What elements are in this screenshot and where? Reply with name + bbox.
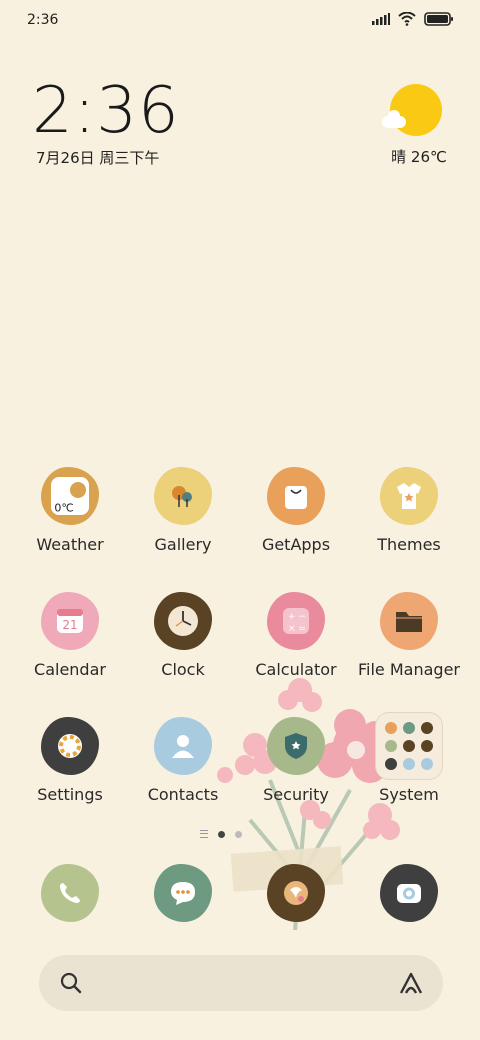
clock-widget-time[interactable]: 2:36 [32, 74, 180, 148]
svg-text:× =: × = [288, 624, 306, 634]
messaging-icon [154, 864, 212, 922]
page-dot-2[interactable] [235, 830, 242, 838]
app-folder-system[interactable]: System [353, 712, 465, 804]
app-getapps[interactable]: GetApps [240, 467, 352, 554]
page-indicator[interactable] [200, 830, 242, 838]
clock-widget-date[interactable]: 7月26日 周三下午 [36, 147, 159, 168]
signal-icon [372, 13, 390, 25]
weather-app-icon: 0℃ [41, 467, 99, 525]
contacts-icon [154, 717, 212, 775]
security-icon [267, 717, 325, 775]
status-time: 2:36 [27, 12, 59, 28]
calendar-icon-day: 21 [62, 618, 78, 632]
app-label-file-manager: File Manager [358, 660, 460, 679]
status-bar: 2:36 [0, 0, 480, 42]
app-security[interactable]: Security [240, 717, 352, 804]
app-label-contacts: Contacts [147, 785, 219, 804]
app-settings[interactable]: Settings [14, 717, 126, 804]
browser-icon [267, 864, 325, 922]
app-label-calculator: Calculator [255, 660, 337, 679]
app-label-settings: Settings [37, 785, 103, 804]
weather-widget-text: 晴 26℃ [391, 148, 447, 166]
battery-icon [424, 12, 453, 26]
cloud-icon [382, 110, 406, 128]
svg-text:+ −: + − [288, 612, 306, 622]
app-calendar[interactable]: 21 Calendar [14, 592, 126, 679]
app-label-system: System [379, 785, 439, 804]
settings-icon [41, 717, 99, 775]
weather-icon-temp: 0℃ [54, 501, 74, 515]
calendar-icon: 21 [41, 592, 99, 650]
camera-icon [380, 864, 438, 922]
app-label-security: Security [263, 785, 329, 804]
app-label-calendar: Calendar [34, 660, 106, 679]
phone-icon [41, 864, 99, 922]
search-icon[interactable] [59, 971, 83, 995]
calculator-icon: + − × = [267, 592, 325, 650]
app-contacts[interactable]: Contacts [127, 717, 239, 804]
search-bar[interactable] [39, 955, 443, 1011]
page-list-icon[interactable] [200, 830, 208, 838]
dock-app-camera[interactable] [353, 864, 465, 922]
getapps-icon [267, 467, 325, 525]
assistant-icon[interactable] [397, 969, 425, 997]
folder-icon [380, 592, 438, 650]
app-themes[interactable]: Themes [353, 467, 465, 554]
status-icons [372, 12, 454, 26]
app-label-clock: Clock [161, 660, 205, 679]
app-label-weather: Weather [36, 535, 104, 554]
sun-icon [390, 84, 442, 136]
gallery-icon [154, 467, 212, 525]
app-label-themes: Themes [377, 535, 441, 554]
app-clock[interactable]: Clock [127, 592, 239, 679]
system-folder-icon [375, 712, 443, 780]
dock-app-browser[interactable] [240, 864, 352, 922]
page-dot-1[interactable] [218, 830, 225, 838]
app-calculator[interactable]: + − × = Calculator [240, 592, 352, 679]
clock-icon [154, 592, 212, 650]
dock-app-phone[interactable] [14, 864, 126, 922]
app-weather[interactable]: 0℃ Weather [14, 467, 126, 554]
themes-icon [380, 467, 438, 525]
app-gallery[interactable]: Gallery [127, 467, 239, 554]
app-label-gallery: Gallery [154, 535, 212, 554]
wifi-icon [398, 12, 416, 26]
dock-app-messaging[interactable] [127, 864, 239, 922]
app-file-manager[interactable]: File Manager [353, 592, 465, 679]
app-label-getapps: GetApps [261, 535, 331, 554]
